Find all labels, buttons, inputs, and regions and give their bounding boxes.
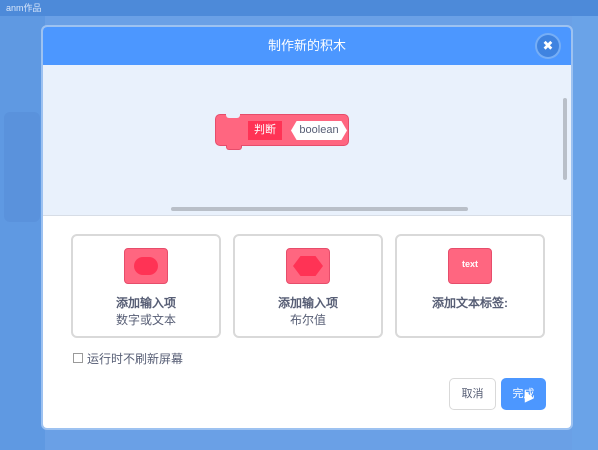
close-button[interactable]: ✖ — [537, 35, 559, 57]
make-block-dialog: 制作新的积木 ✖ 判断 boolean 添加输入项 数字或文本 添加输入项 布尔… — [41, 25, 573, 430]
cancel-button[interactable]: 取消 — [449, 378, 496, 410]
editor-block-palette — [4, 112, 40, 222]
block-name-field[interactable]: 判断 — [248, 121, 282, 140]
project-title: anm作品 — [6, 3, 42, 13]
hexagon-slot-shape — [293, 256, 323, 276]
round-slot-shape — [134, 257, 158, 275]
dialog-header: 制作新的积木 ✖ — [43, 27, 571, 65]
block-bottom-tab — [226, 145, 242, 150]
editor-menu-bar: anm作品 — [0, 0, 598, 16]
add-boolean-input-button[interactable]: 添加输入项 布尔值 — [233, 234, 383, 338]
block-top-notch — [226, 114, 240, 118]
round-input-icon — [124, 248, 168, 284]
add-text-label-button[interactable]: text 添加文本标签: — [395, 234, 545, 338]
add-number-text-input-button[interactable]: 添加输入项 数字或文本 — [71, 234, 221, 338]
editor-left-panel — [0, 16, 45, 450]
text-label-icon-text: text — [461, 259, 478, 269]
option-title: 添加文本标签: — [432, 296, 508, 310]
text-label-icon: text — [448, 248, 492, 284]
run-without-refresh-checkbox[interactable] — [73, 353, 83, 363]
option-title: 添加输入项 — [115, 296, 176, 310]
horizontal-scrollbar[interactable] — [171, 207, 468, 211]
custom-block-preview: 判断 boolean — [215, 114, 349, 150]
run-without-refresh-label: 运行时不刷新屏幕 — [87, 352, 184, 366]
option-subtitle: 布尔值 — [289, 313, 326, 327]
block-boolean-argument[interactable]: boolean — [291, 121, 347, 140]
vertical-scrollbar[interactable] — [563, 98, 567, 180]
option-subtitle: 数字或文本 — [115, 313, 176, 327]
add-options: 添加输入项 数字或文本 添加输入项 布尔值 text 添加文本标签: — [71, 234, 545, 338]
boolean-input-icon — [286, 248, 330, 284]
block-preview-area: 判断 boolean — [43, 65, 571, 216]
editor-right-panel — [572, 16, 598, 450]
close-icon: ✖ — [542, 38, 554, 53]
option-title: 添加输入项 — [277, 296, 338, 310]
dialog-title: 制作新的积木 — [267, 38, 346, 53]
